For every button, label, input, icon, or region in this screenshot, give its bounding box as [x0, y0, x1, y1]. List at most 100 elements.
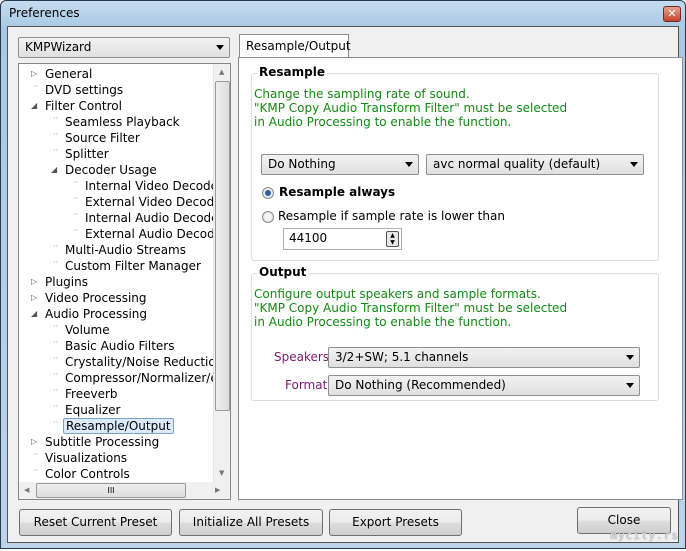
speakers-value: 3/2+SW; 5.1 channels [335, 350, 469, 364]
speakers-dropdown[interactable]: 3/2+SW; 5.1 channels [328, 347, 640, 368]
resample-quality-value: avc normal quality (default) [433, 157, 601, 171]
expanded-triangle-icon[interactable]: ◢ [51, 165, 61, 174]
output-description: Configure output speakers and sample for… [254, 287, 568, 329]
horizontal-scroll-thumb[interactable]: III [36, 483, 186, 498]
tree-connector-icon: ·· [53, 258, 59, 267]
tree-connector-icon: ·· [53, 322, 59, 331]
tree-item[interactable]: Color Controls [43, 466, 132, 482]
initialize-all-presets-button[interactable]: Initialize All Presets [179, 509, 323, 536]
chevron-down-icon [630, 162, 638, 167]
reset-current-preset-button[interactable]: Reset Current Preset [19, 509, 172, 536]
collapsed-triangle-icon[interactable]: ▷ [31, 293, 41, 302]
tree-horizontal-scrollbar[interactable]: ◀ III ▶ [19, 482, 230, 499]
format-value: Do Nothing (Recommended) [335, 378, 506, 392]
preferences-window: Preferences ✕ KMPWizard Color Controls Vi… [0, 0, 686, 549]
resample-mode-dropdown[interactable]: Do Nothing [261, 154, 419, 175]
tree-item[interactable]: Multi-Audio Streams [63, 242, 188, 258]
tree-item[interactable]: Freeverb [63, 386, 120, 402]
expanded-triangle-icon[interactable]: ◢ [31, 101, 41, 110]
tree-item[interactable]: Internal Video Decoder [83, 178, 225, 194]
tree-item[interactable]: Source Filter [63, 130, 142, 146]
tree-item[interactable]: Audio Processing [43, 306, 149, 322]
tree-vertical-scrollbar[interactable]: ▲ ▼ [213, 64, 230, 483]
tree-item[interactable]: Filter Control [43, 98, 124, 114]
tree-item[interactable]: Crystality/Noise Reduction [63, 354, 225, 370]
tab-panel: Resample Change the sampling rate of sou… [238, 57, 683, 500]
tree-item[interactable]: DVD settings [43, 82, 125, 98]
tree-connector-icon: ·· [53, 386, 59, 395]
tree-connector-icon: ·· [73, 210, 79, 219]
tree-item[interactable]: Resample/Output [63, 418, 174, 434]
scroll-down-icon[interactable]: ▼ [219, 469, 224, 477]
tree-item[interactable]: External Audio Decoder [83, 226, 229, 242]
tree-connector-icon: ·· [53, 370, 59, 379]
resample-lower-radio[interactable] [262, 211, 274, 223]
tree-item[interactable]: Decoder Usage [63, 162, 159, 178]
tree-item[interactable]: External Video Decoder [83, 194, 229, 210]
tree-connector-icon: ·· [53, 338, 59, 347]
tree-item[interactable]: Volume [63, 322, 112, 338]
window-title: Preferences [9, 6, 80, 20]
expanded-triangle-icon[interactable]: ◢ [31, 309, 41, 318]
tree-connector-icon: ·· [73, 178, 79, 187]
tree-connector-icon: ·· [33, 450, 39, 459]
resample-always-label[interactable]: Resample always [279, 185, 395, 199]
tree-connector-icon: ·· [53, 242, 59, 251]
tree-connector-icon: ·· [73, 226, 79, 235]
preset-value: KMPWizard [25, 40, 92, 54]
format-label: Format: [285, 378, 332, 392]
tree-item[interactable]: Plugins [43, 274, 90, 290]
scroll-right-icon[interactable]: ▶ [215, 486, 220, 494]
tree-item[interactable]: Seamless Playback [63, 114, 182, 130]
resample-quality-dropdown[interactable]: avc normal quality (default) [426, 154, 644, 175]
collapsed-triangle-icon[interactable]: ▷ [31, 69, 41, 78]
tree-connector-icon: ·· [53, 114, 59, 123]
tree-item[interactable]: Internal Audio Decoder [83, 210, 225, 226]
tree-connector-icon: ·· [53, 418, 59, 427]
export-presets-button[interactable]: Export Presets [329, 509, 462, 536]
tree-connector-icon: ·· [33, 466, 39, 475]
tree-connector-icon: ·· [53, 130, 59, 139]
chevron-down-icon [626, 355, 634, 360]
tree-connector-icon: ·· [33, 82, 39, 91]
tree-item[interactable]: Subtitle Processing [43, 434, 161, 450]
resample-mode-value: Do Nothing [268, 157, 336, 171]
sample-rate-spinbox[interactable]: 44100 ▲ ▼ [283, 228, 402, 250]
window-client: KMPWizard Color Controls Visualizations Su… [7, 26, 683, 543]
spin-arrows-icon[interactable]: ▲ ▼ [386, 231, 399, 247]
output-group: Output Configure output speakers and sam… [251, 265, 659, 401]
chevron-down-icon [216, 45, 224, 50]
tree-item[interactable]: Compressor/Normalizer/etc [63, 370, 230, 386]
watermark: mycity.rs [610, 529, 679, 542]
output-title: Output [257, 265, 309, 279]
speakers-label: Speakers: [274, 350, 334, 364]
tree-item[interactable]: Video Processing [43, 290, 149, 306]
tree-connector-icon: ·· [53, 402, 59, 411]
scroll-left-icon[interactable]: ◀ [24, 486, 29, 494]
collapsed-triangle-icon[interactable]: ▷ [31, 277, 41, 286]
resample-description: Change the sampling rate of sound. "KMP … [254, 87, 568, 129]
tree-item[interactable]: Equalizer [63, 402, 122, 418]
tree-connector-icon: ·· [53, 354, 59, 363]
resample-lower-label[interactable]: Resample if sample rate is lower than [278, 209, 505, 223]
collapsed-triangle-icon[interactable]: ▷ [31, 437, 41, 446]
format-dropdown[interactable]: Do Nothing (Recommended) [328, 375, 640, 396]
preset-dropdown[interactable]: KMPWizard [18, 37, 230, 58]
close-icon[interactable]: ✕ [663, 6, 681, 22]
vertical-scroll-thumb[interactable] [215, 81, 230, 411]
tree-item[interactable]: Splitter [63, 146, 111, 162]
tab-resample-output[interactable]: Resample/Output [239, 34, 351, 59]
tree-item[interactable]: Visualizations [43, 450, 129, 466]
tree-item[interactable]: Basic Audio Filters [63, 338, 176, 354]
chevron-down-icon [405, 162, 413, 167]
scroll-up-icon[interactable]: ▲ [219, 68, 224, 76]
chevron-down-icon [626, 383, 634, 388]
tree-item[interactable]: Custom Filter Manager [63, 258, 203, 274]
sample-rate-value: 44100 [289, 231, 328, 245]
resample-always-radio[interactable] [262, 187, 274, 199]
resample-group: Resample Change the sampling rate of sou… [251, 65, 659, 261]
tree-connector-icon: ·· [73, 194, 79, 203]
settings-tree[interactable]: Color Controls Visualizations Subtitle Pro… [18, 63, 231, 500]
tree-connector-icon: ·· [53, 146, 59, 155]
tree-item[interactable]: General [43, 66, 94, 82]
